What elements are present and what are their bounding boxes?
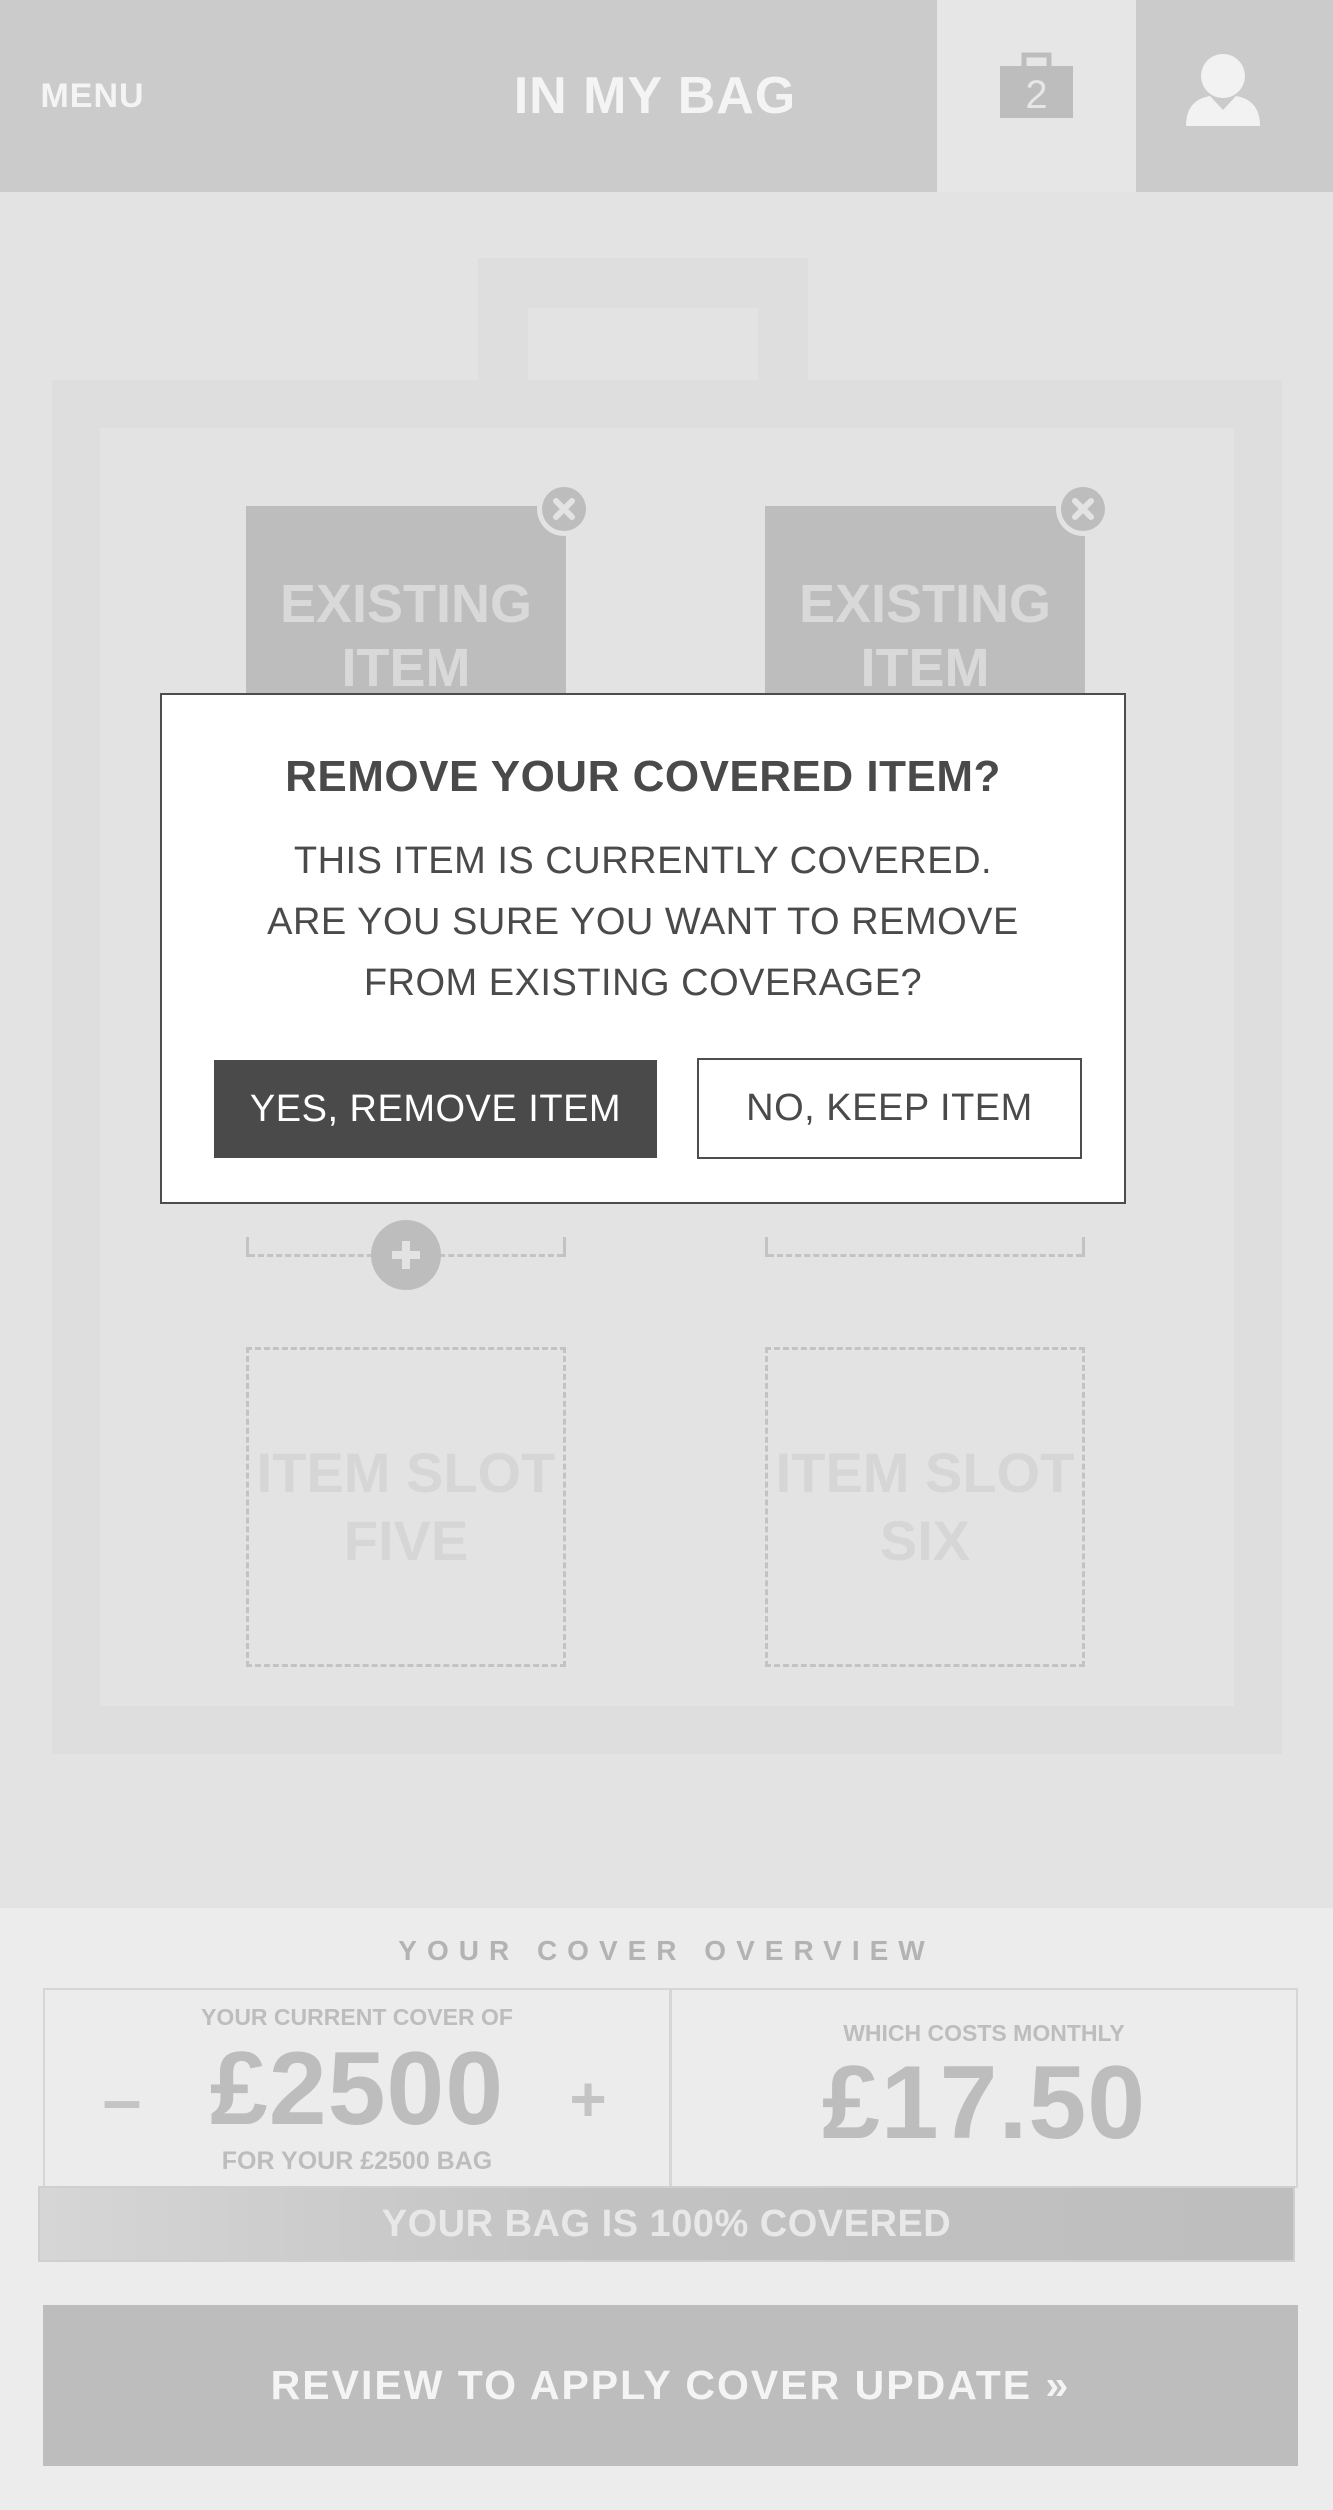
remove-item-button[interactable]: [1056, 482, 1110, 536]
dialog-message: THIS ITEM IS CURRENTLY COVERED. ARE YOU …: [222, 831, 1064, 1014]
bag-count: 2: [1025, 73, 1047, 117]
coverage-status-bar: YOUR BAG IS 100% COVERED: [38, 2186, 1295, 2262]
dialog-message-line: ARE YOU SURE YOU WANT TO REMOVE: [267, 901, 1019, 943]
menu-button[interactable]: MENU: [0, 0, 185, 192]
close-icon: [1061, 487, 1105, 531]
monthly-cost-box: WHICH COSTS MONTHLY £17.50: [670, 1988, 1298, 2188]
monthly-cost-amount: £17.50: [821, 2045, 1147, 2161]
dialog-message-line: THIS ITEM IS CURRENTLY COVERED.: [293, 840, 993, 882]
close-icon: [542, 487, 586, 531]
dialog-title: REMOVE YOUR COVERED ITEM?: [285, 752, 1001, 801]
review-cover-update-button[interactable]: REVIEW TO APPLY COVER UPDATE »: [43, 2305, 1298, 2466]
plus-icon: [392, 1241, 420, 1269]
bag-handle: [478, 258, 808, 388]
cost-label: WHICH COSTS MONTHLY: [843, 2020, 1125, 2046]
confirm-remove-button[interactable]: YES, REMOVE ITEM: [214, 1060, 657, 1158]
keep-item-button[interactable]: NO, KEEP ITEM: [697, 1058, 1082, 1159]
bag-tab[interactable]: 2: [937, 0, 1136, 192]
remove-item-button[interactable]: [537, 482, 591, 536]
decrease-cover-button[interactable]: –: [100, 2054, 144, 2144]
briefcase-icon: 2: [1000, 52, 1073, 118]
cover-label: YOUR CURRENT COVER OF: [201, 2004, 513, 2030]
add-item-button[interactable]: [371, 1220, 441, 1290]
item-slot-five[interactable]: ITEM SLOT FIVE: [246, 1347, 566, 1667]
cover-overview-heading: YOUR COVER OVERVIEW: [398, 1935, 935, 1966]
remove-item-dialog: REMOVE YOUR COVERED ITEM? THIS ITEM IS C…: [160, 693, 1126, 1204]
user-icon: [1186, 54, 1260, 126]
item-slot-six[interactable]: ITEM SLOT SIX: [765, 1347, 1085, 1667]
cover-subtext: FOR YOUR £2500 BAG: [221, 2147, 493, 2175]
increase-cover-button[interactable]: +: [566, 2054, 610, 2144]
dialog-message-line: FROM EXISTING COVERAGE?: [363, 962, 923, 1004]
item-slot-partial: [765, 1237, 1085, 1257]
page-title: IN MY BAG: [513, 67, 797, 125]
user-account-button[interactable]: [1136, 0, 1333, 192]
